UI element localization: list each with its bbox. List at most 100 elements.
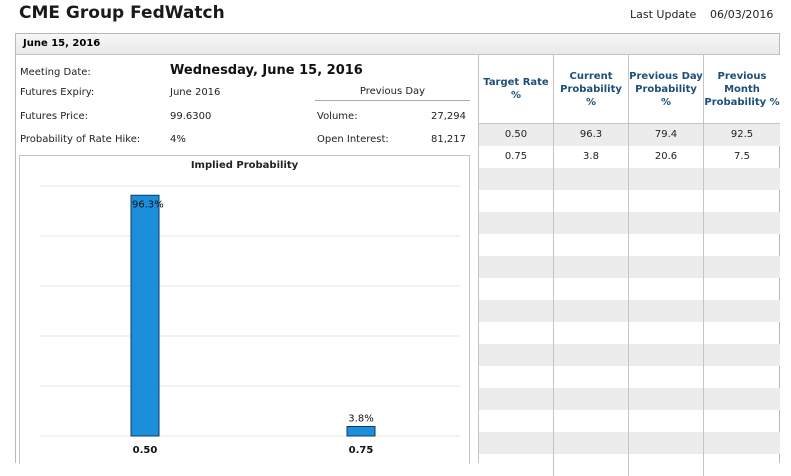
table-row: 0.75 3.8 20.6 7.5: [479, 146, 780, 168]
table-cell: [704, 388, 780, 410]
table-cell: [479, 168, 554, 190]
chart-bar[interactable]: [130, 194, 160, 437]
table-body: 0.50 96.3 79.4 92.5 0.75 3.8 20.6 7.5: [479, 124, 780, 476]
open-interest-value: 81,217: [431, 134, 466, 145]
table-row: [479, 322, 780, 344]
table-row: [479, 432, 780, 454]
last-update-label: Last Update: [630, 8, 697, 21]
fedwatch-panel: June 15, 2016 Meeting Date: Wednesday, J…: [15, 33, 780, 476]
table-header: Target Rate % Current Probability % Prev…: [479, 55, 780, 124]
table-cell: [479, 366, 554, 388]
futures-expiry-label: Futures Expiry:: [20, 87, 95, 98]
previous-day-title: Previous Day: [359, 86, 426, 97]
probability-table: Target Rate % Current Probability % Prev…: [478, 55, 780, 476]
chart-category-label: 0.75: [349, 445, 374, 456]
table-cell: [554, 278, 629, 300]
table-cell: [704, 432, 780, 454]
table-cell: [704, 344, 780, 366]
rate-hike-label: Probability of Rate Hike:: [20, 134, 141, 145]
table-cell: [704, 410, 780, 432]
table-cell: [479, 344, 554, 366]
table-cell: [629, 278, 704, 300]
header-target-rate: Target Rate %: [479, 55, 554, 123]
table-cell: [554, 366, 629, 388]
chart-data-label: 3.8%: [348, 414, 373, 425]
table-cell: [704, 454, 780, 476]
table-cell: [629, 454, 704, 476]
table-cell: [629, 168, 704, 190]
table-cell: [629, 234, 704, 256]
table-cell: [704, 256, 780, 278]
meeting-tab[interactable]: June 15, 2016: [16, 34, 779, 55]
header-current-probability: Current Probability %: [554, 55, 629, 123]
table-row: [479, 300, 780, 322]
table-cell: [479, 410, 554, 432]
chart-category-label: 0.50: [133, 445, 158, 456]
table-cell: [704, 300, 780, 322]
open-interest-label: Open Interest:: [317, 134, 389, 145]
chart-bar[interactable]: [346, 426, 376, 437]
table-cell: [554, 256, 629, 278]
table-cell: 92.5: [730, 129, 754, 140]
table-cell: [554, 212, 629, 234]
table-cell: [554, 432, 629, 454]
table-cell: [479, 278, 554, 300]
rate-hike-value: 4%: [170, 134, 186, 145]
header-previous-month-probability: Previous Month Probability %: [704, 70, 780, 108]
futures-expiry-value: June 2016: [170, 87, 221, 98]
previous-day-divider: [315, 100, 470, 101]
table-cell: [704, 190, 780, 212]
table-cell: 3.8: [554, 146, 629, 168]
table-cell: [629, 432, 704, 454]
table-cell: [704, 234, 780, 256]
table-cell: [704, 366, 780, 388]
meeting-tab-label: June 15, 2016: [23, 38, 101, 49]
volume-label: Volume:: [317, 111, 358, 122]
table-cell: [554, 344, 629, 366]
table-cell: [629, 190, 704, 212]
table-cell: [554, 190, 629, 212]
table-cell: [479, 234, 554, 256]
chart-canvas: 96.3% 0.50 3.8% 0.75: [40, 185, 460, 456]
table-row: [479, 344, 780, 366]
table-cell: [554, 410, 629, 432]
app-title: CME Group FedWatch: [19, 3, 225, 23]
table-row: [479, 388, 780, 410]
table-row: [479, 212, 780, 234]
table-cell: [479, 256, 554, 278]
table-cell: [554, 300, 629, 322]
futures-price-label: Futures Price:: [20, 111, 88, 122]
meeting-date-value: Wednesday, June 15, 2016: [170, 63, 363, 78]
table-cell: [479, 432, 554, 454]
table-row: [479, 278, 780, 300]
table-row: [479, 234, 780, 256]
table-cell: [704, 322, 780, 344]
table-row: [479, 410, 780, 432]
table-cell: 0.75: [479, 146, 554, 168]
table-cell: [629, 410, 704, 432]
table-cell: [629, 322, 704, 344]
table-cell: [629, 344, 704, 366]
table-cell: [479, 454, 554, 476]
table-cell: [479, 388, 554, 410]
table-cell: [479, 300, 554, 322]
table-cell: [554, 454, 629, 476]
table-cell: 20.6: [629, 146, 704, 168]
table-cell: [479, 322, 554, 344]
table-cell: [479, 190, 554, 212]
table-row: [479, 454, 780, 476]
table-cell: [554, 168, 629, 190]
table-cell: [554, 388, 629, 410]
header-previous-day-probability: Previous Day Probability %: [629, 55, 704, 123]
table-cell: [479, 212, 554, 234]
table-cell: 0.50: [479, 124, 554, 146]
table-cell: [554, 234, 629, 256]
futures-price-value: 99.6300: [170, 111, 212, 122]
table-row: [479, 366, 780, 388]
table-cell: [629, 256, 704, 278]
table-cell: 79.4: [629, 124, 704, 146]
meeting-date-label: Meeting Date:: [20, 67, 91, 78]
table-cell: [629, 388, 704, 410]
table-row: [479, 190, 780, 212]
table-row: [479, 256, 780, 278]
